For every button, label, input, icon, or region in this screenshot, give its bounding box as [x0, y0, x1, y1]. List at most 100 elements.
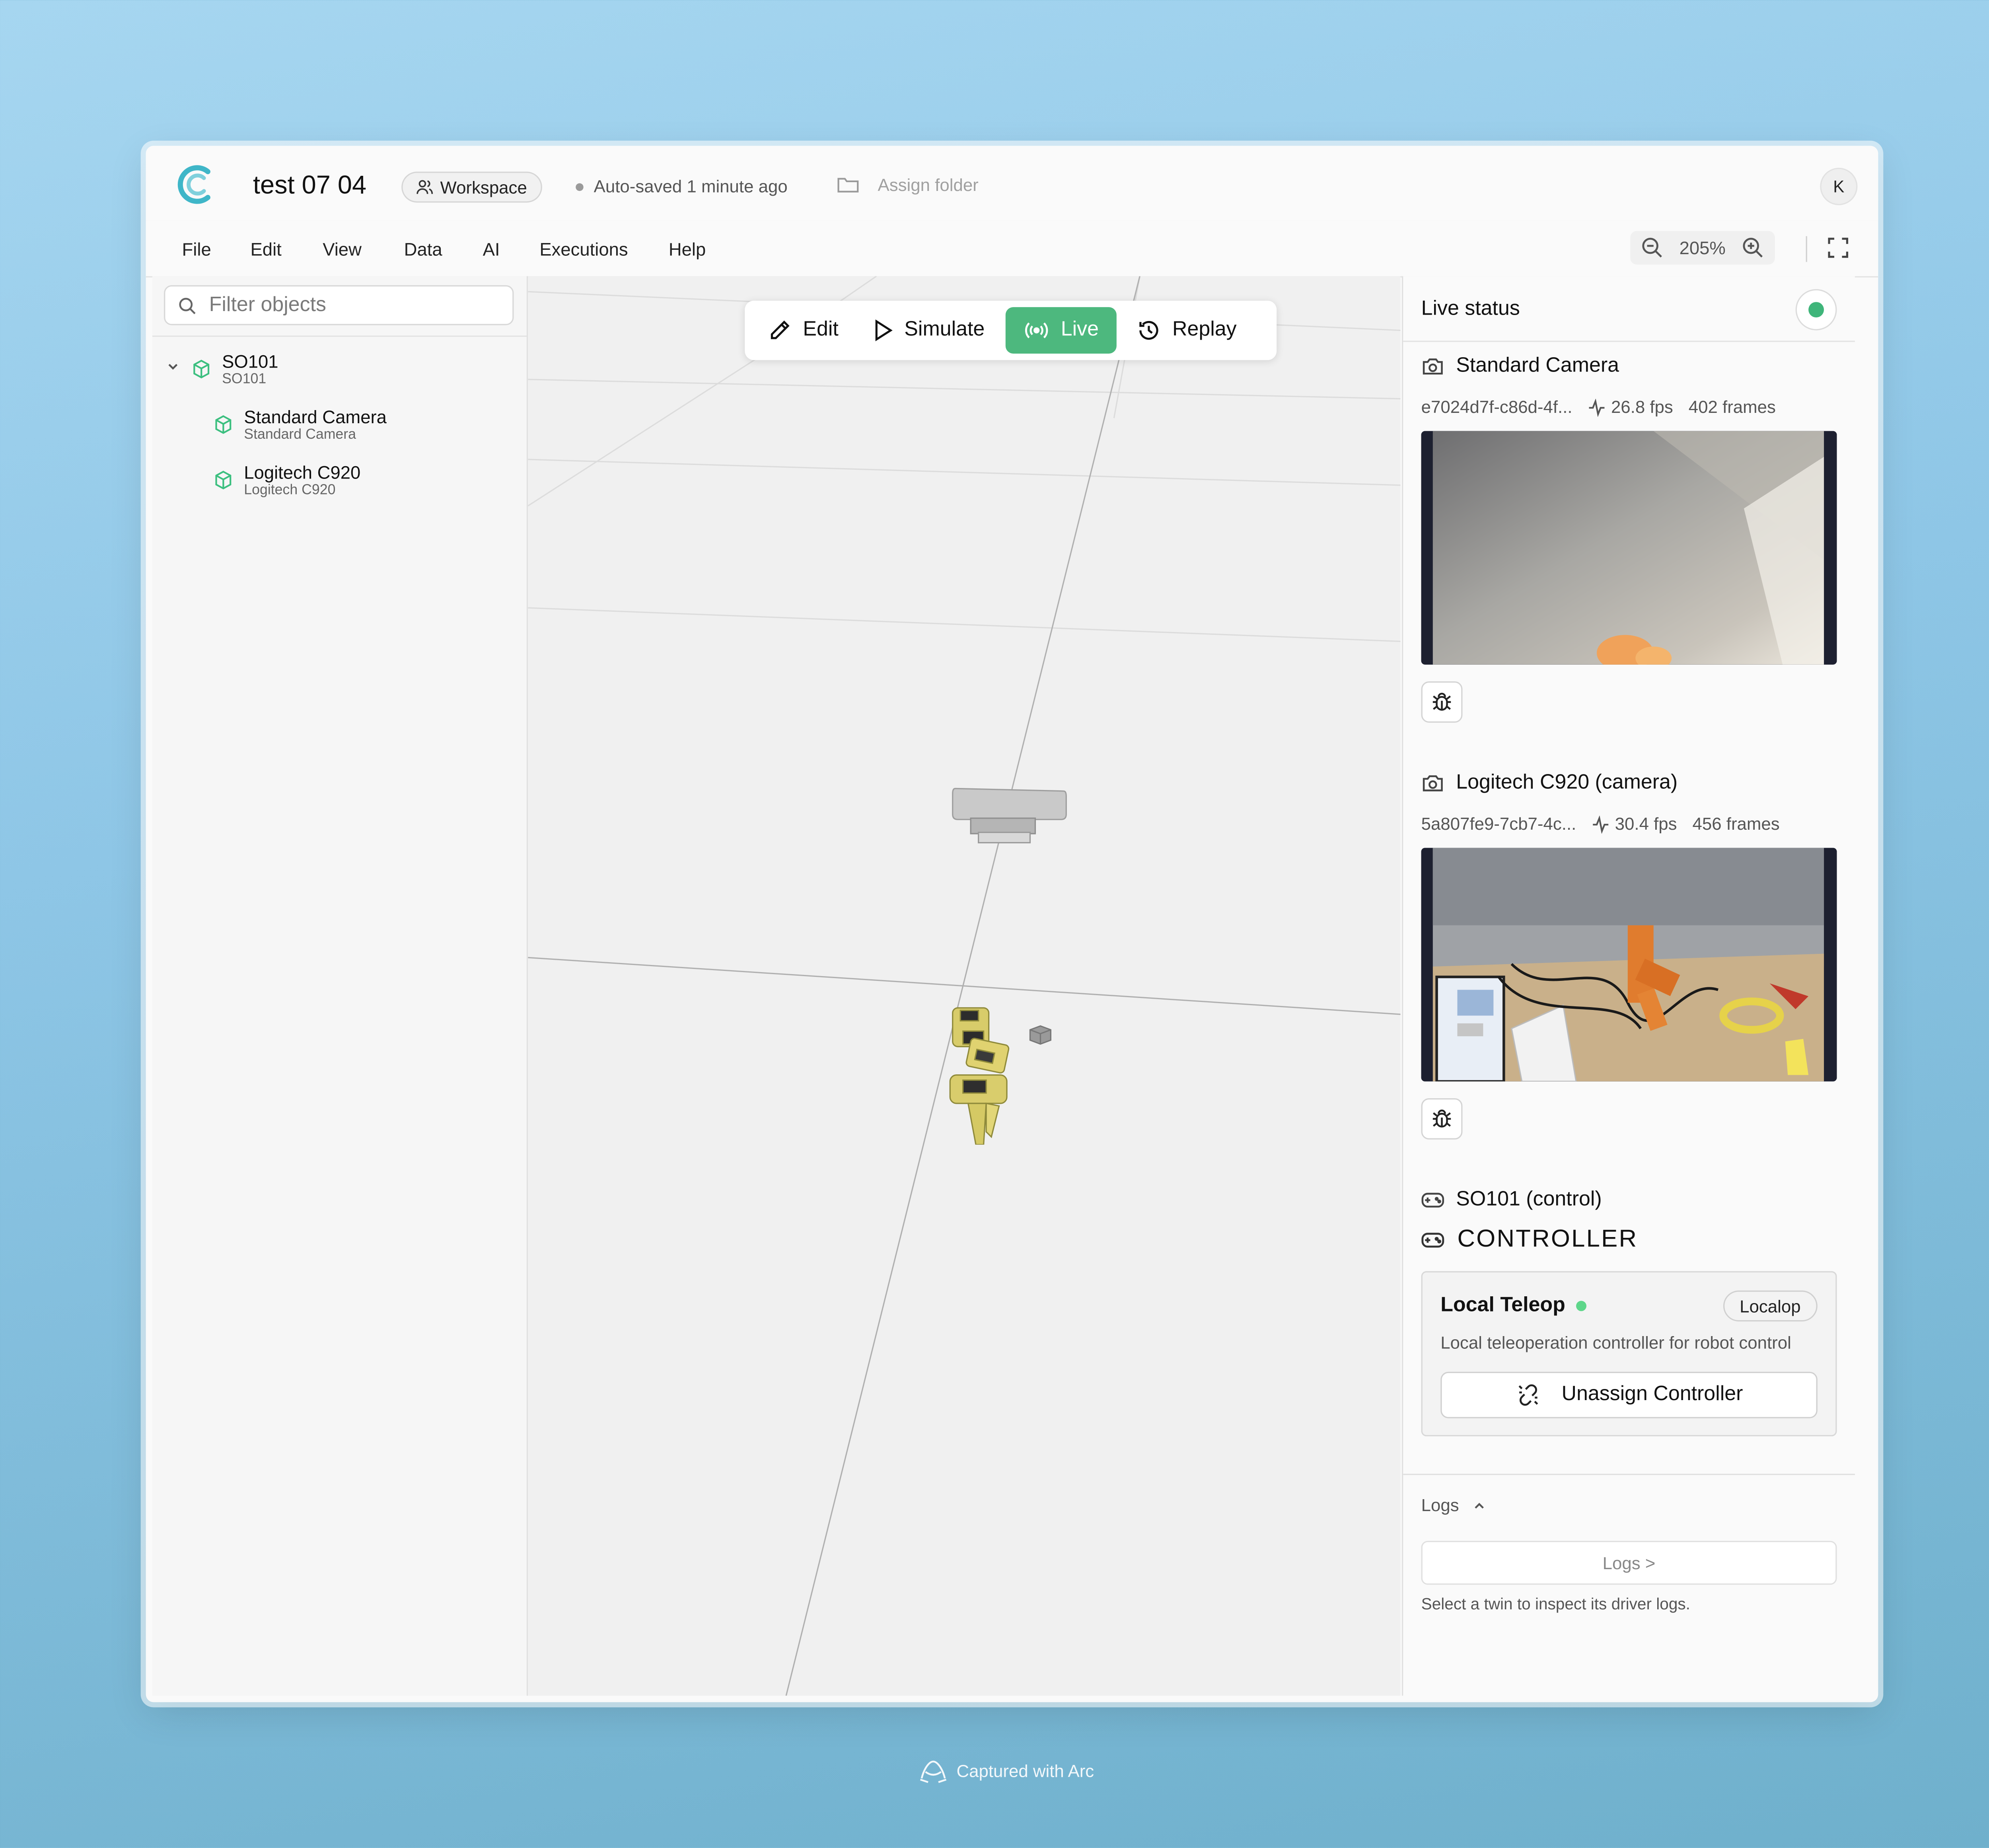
controller-section-label: CONTROLLER [1421, 1226, 1638, 1254]
camera-feed-logitech [1421, 848, 1837, 1082]
zoom-in-icon[interactable] [1741, 236, 1764, 259]
unlink-icon [1518, 1384, 1538, 1406]
controller-card-title: Local Teleop [1440, 1294, 1586, 1317]
app-logo[interactable] [177, 164, 218, 205]
gamepad-icon [1421, 1233, 1444, 1248]
menu-executions[interactable]: Executions [539, 239, 628, 259]
history-icon [1139, 321, 1159, 340]
live-status-panel: Live status Standard Camera e7024d7f-c86… [1401, 276, 1855, 1696]
menu-ai[interactable]: AI [483, 239, 500, 259]
menu-edit[interactable]: Edit [251, 239, 282, 259]
folder-icon [837, 178, 859, 193]
camera-header-standard: Standard Camera [1421, 355, 1619, 378]
chevron-down-icon[interactable] [165, 359, 181, 374]
camera-title: Logitech C920 (camera) [1456, 772, 1678, 794]
live-status-indicator[interactable] [1795, 289, 1837, 331]
cube-icon [193, 360, 210, 379]
debug-button[interactable] [1421, 1098, 1463, 1140]
search-icon [179, 297, 196, 314]
capture-watermark: Captured with Arc [918, 1758, 1094, 1784]
menu-help[interactable]: Help [669, 239, 706, 259]
tree-item-subtitle: Logitech C920 [244, 482, 336, 498]
camera-feed-image [1421, 848, 1837, 1082]
capture-text: Captured with Arc [956, 1760, 1094, 1780]
panel-divider [1403, 340, 1855, 342]
filter-box[interactable] [164, 285, 514, 325]
camera-fps: 30.4 fps [1592, 814, 1677, 834]
mode-toolbar: Edit Simulate Live Replay [745, 300, 1277, 360]
controller-label: CONTROLLER [1457, 1226, 1638, 1253]
project-title[interactable]: test 07 04 [253, 172, 366, 202]
tree-item-name: Standard Camera [244, 406, 387, 427]
camera-title: Standard Camera [1456, 355, 1619, 377]
status-dot [1808, 302, 1824, 318]
unassign-controller-button[interactable]: Unassign Controller [1440, 1371, 1818, 1418]
zoom-level: 205% [1679, 237, 1726, 258]
logs-toggle[interactable]: Logs [1421, 1496, 1487, 1515]
robot-arm-model[interactable] [942, 1003, 1020, 1145]
autosave-text: Auto-saved 1 minute ago [594, 177, 788, 196]
live-status-title: Live status [1421, 298, 1520, 320]
toolbar-divider [1806, 236, 1807, 262]
cube-icon [215, 471, 232, 490]
assign-folder-label: Assign folder [878, 175, 979, 195]
menu-view[interactable]: View [323, 239, 362, 259]
cube-icon [215, 415, 232, 434]
mode-edit-button[interactable]: Edit [755, 307, 851, 354]
menu-data[interactable]: Data [404, 239, 442, 259]
zoom-controls: 205% [1630, 231, 1775, 265]
filter-input[interactable] [206, 292, 496, 318]
debug-button[interactable] [1421, 681, 1463, 723]
mode-simulate-button[interactable]: Simulate [859, 307, 998, 354]
camera-fps-value: 30.4 fps [1615, 814, 1677, 834]
logs-divider [1403, 1474, 1855, 1475]
workspace-label: Workspace [440, 177, 527, 197]
controller-status-dot [1575, 1301, 1586, 1311]
users-icon [416, 180, 433, 194]
camera-fps: 26.8 fps [1588, 397, 1673, 417]
gamepad-icon [1421, 1192, 1444, 1208]
camera-meta: e7024d7f-c86d-4f... 26.8 fps 402 frames [1421, 397, 1776, 417]
object-panel: SO101 SO101 Standard Camera Standard Cam… [152, 276, 528, 1696]
logs-note: Select a twin to inspect its driver logs… [1421, 1595, 1690, 1613]
app-window: test 07 04 Workspace Auto-saved 1 minute… [146, 146, 1878, 1702]
panel-divider [152, 335, 527, 337]
tree-item-logitech-c920[interactable]: Logitech C920 Logitech C920 [213, 462, 360, 499]
chevron-up-icon [1475, 1502, 1484, 1508]
mode-simulate-label: Simulate [904, 319, 985, 341]
mode-replay-button[interactable]: Replay [1125, 307, 1249, 354]
pencil-icon [771, 320, 790, 339]
3d-viewport[interactable]: Edit Simulate Live Replay [528, 276, 1401, 1696]
zoom-out-icon[interactable] [1641, 236, 1664, 259]
logs-header: Logs [1421, 1496, 1459, 1515]
camera-feed-image [1421, 431, 1837, 665]
workspace-badge[interactable]: Workspace [401, 171, 543, 203]
menu-file[interactable]: File [182, 239, 211, 259]
camera-id: e7024d7f-c86d-4f... [1421, 397, 1573, 417]
mode-live-button[interactable]: Live [1005, 307, 1117, 354]
tree-item-so101[interactable]: SO101 SO101 [165, 351, 278, 388]
arc-logo-icon [920, 1760, 947, 1783]
camera-feed-standard [1421, 431, 1837, 665]
autosave-status: Auto-saved 1 minute ago [576, 177, 788, 196]
mode-live-label: Live [1061, 319, 1099, 341]
user-avatar[interactable]: K [1820, 167, 1858, 205]
camera-icon [1423, 775, 1443, 792]
small-cube-model[interactable] [1026, 1023, 1055, 1047]
logs-button[interactable]: Logs > [1421, 1541, 1837, 1585]
assign-folder-button[interactable]: Assign folder [837, 174, 979, 195]
viewport-grid [528, 276, 1401, 1696]
bug-icon [1432, 693, 1451, 711]
controller-name: Local Teleop [1440, 1294, 1565, 1317]
camera-header-logitech: Logitech C920 (camera) [1421, 772, 1678, 795]
camera-model[interactable] [950, 783, 1069, 850]
tree-item-name: Logitech C920 [244, 462, 361, 483]
mode-edit-label: Edit [803, 319, 839, 341]
controller-card: Local Teleop Localop Local teleoperation… [1421, 1271, 1837, 1437]
camera-icon [1423, 358, 1443, 375]
fullscreen-icon[interactable] [1827, 236, 1850, 259]
tree-item-standard-camera[interactable]: Standard Camera Standard Camera [213, 406, 387, 444]
mode-replay-label: Replay [1172, 319, 1237, 341]
play-icon [875, 319, 892, 342]
camera-fps-value: 26.8 fps [1611, 397, 1673, 417]
